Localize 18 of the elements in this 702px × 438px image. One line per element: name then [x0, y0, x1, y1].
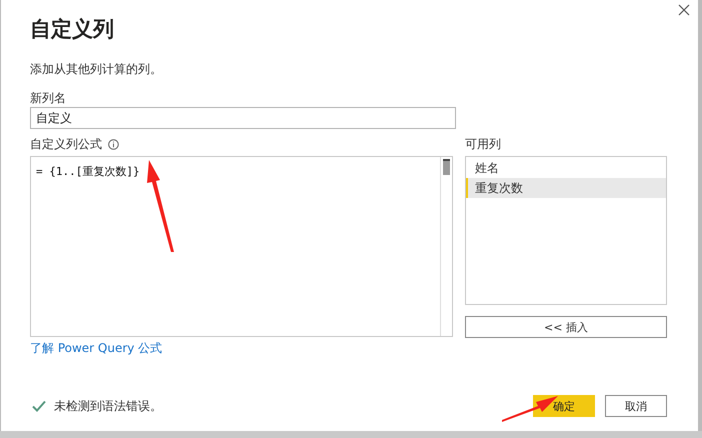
- insert-button[interactable]: << 插入: [465, 316, 667, 338]
- column-list-item[interactable]: 重复次数: [466, 178, 666, 198]
- cancel-button[interactable]: 取消: [605, 395, 667, 417]
- info-icon: [108, 138, 119, 150]
- close-icon: [678, 4, 690, 16]
- formula-editor[interactable]: = {1..[重复次数]}: [30, 156, 453, 337]
- status-message: 未检测到语法错误。: [54, 398, 162, 414]
- field-label: 可用列: [465, 136, 502, 152]
- scrollbar[interactable]: [440, 157, 452, 336]
- field-label: 新列名: [30, 90, 67, 106]
- help-link[interactable]: 了解 Power Query 公式: [30, 340, 162, 357]
- dialog-title: 自定义列: [30, 16, 115, 43]
- field-label: 自定义列公式: [30, 136, 102, 152]
- dialog-description: 添加从其他列计算的列。: [30, 61, 163, 77]
- column-name-field[interactable]: 自定义: [30, 107, 456, 129]
- formula-text: = {1..[重复次数]}: [36, 165, 140, 178]
- close-button[interactable]: [676, 2, 692, 18]
- column-list-item[interactable]: 姓名: [466, 158, 666, 178]
